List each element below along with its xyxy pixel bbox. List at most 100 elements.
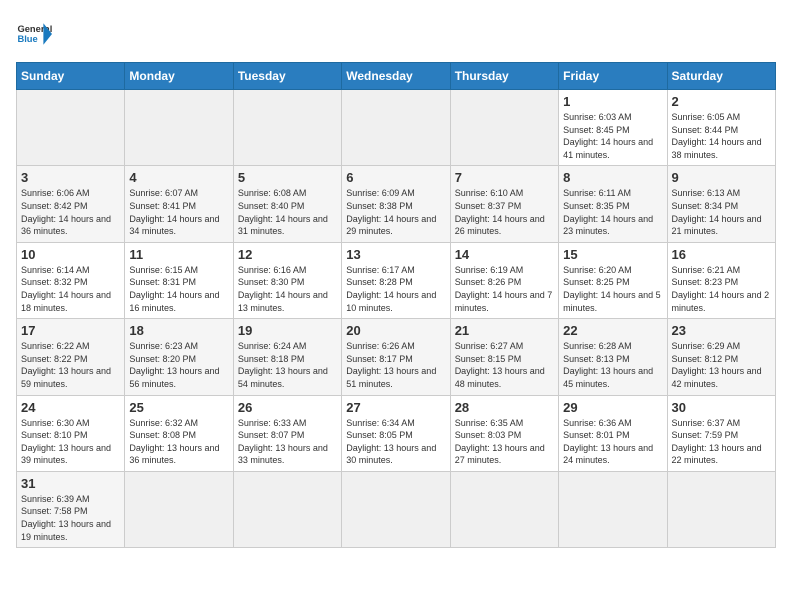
- calendar-cell: 21 Sunrise: 6:27 AM Sunset: 8:15 PM Dayli…: [450, 319, 558, 395]
- day-number: 2: [672, 94, 771, 109]
- calendar-cell: [233, 90, 341, 166]
- day-number: 29: [563, 400, 662, 415]
- day-info: Sunrise: 6:21 AM Sunset: 8:23 PM Dayligh…: [672, 264, 771, 314]
- day-number: 28: [455, 400, 554, 415]
- weekday-header-wednesday: Wednesday: [342, 63, 450, 90]
- day-info: Sunrise: 6:08 AM Sunset: 8:40 PM Dayligh…: [238, 187, 337, 237]
- calendar-cell: [667, 471, 775, 547]
- day-number: 4: [129, 170, 228, 185]
- calendar-cell: 2Sunrise: 6:05 AM Sunset: 8:44 PM Daylig…: [667, 90, 775, 166]
- calendar-cell: [233, 471, 341, 547]
- logo: General Blue: [16, 16, 52, 52]
- day-number: 24: [21, 400, 120, 415]
- calendar-cell: 16Sunrise: 6:21 AM Sunset: 8:23 PM Dayli…: [667, 242, 775, 318]
- calendar-cell: [125, 90, 233, 166]
- day-info: Sunrise: 6:27 AM Sunset: 8:15 PM Dayligh…: [455, 340, 554, 390]
- day-info: Sunrise: 6:23 AM Sunset: 8:20 PM Dayligh…: [129, 340, 228, 390]
- calendar-week-4: 24Sunrise: 6:30 AM Sunset: 8:10 PM Dayli…: [17, 395, 776, 471]
- calendar-cell: 5 Sunrise: 6:08 AM Sunset: 8:40 PM Daylig…: [233, 166, 341, 242]
- calendar-cell: 26Sunrise: 6:33 AM Sunset: 8:07 PM Dayli…: [233, 395, 341, 471]
- day-number: 15: [563, 247, 662, 262]
- day-number: 19: [238, 323, 337, 338]
- calendar-cell: [450, 471, 558, 547]
- day-info: Sunrise: 6:15 AM Sunset: 8:31 PM Dayligh…: [129, 264, 228, 314]
- day-info: Sunrise: 6:22 AM Sunset: 8:22 PM Dayligh…: [21, 340, 120, 390]
- calendar-cell: 27Sunrise: 6:34 AM Sunset: 8:05 PM Dayli…: [342, 395, 450, 471]
- day-number: 8: [563, 170, 662, 185]
- day-info: Sunrise: 6:10 AM Sunset: 8:37 PM Dayligh…: [455, 187, 554, 237]
- calendar-cell: 24Sunrise: 6:30 AM Sunset: 8:10 PM Dayli…: [17, 395, 125, 471]
- calendar-cell: [17, 90, 125, 166]
- day-info: Sunrise: 6:34 AM Sunset: 8:05 PM Dayligh…: [346, 417, 445, 467]
- calendar-cell: 14 Sunrise: 6:19 AM Sunset: 8:26 PM Dayli…: [450, 242, 558, 318]
- calendar-cell: 15 Sunrise: 6:20 AM Sunset: 8:25 PM Dayli…: [559, 242, 667, 318]
- day-info: Sunrise: 6:20 AM Sunset: 8:25 PM Dayligh…: [563, 264, 662, 314]
- day-info: Sunrise: 6:33 AM Sunset: 8:07 PM Dayligh…: [238, 417, 337, 467]
- day-number: 5: [238, 170, 337, 185]
- calendar-cell: 20 Sunrise: 6:26 AM Sunset: 8:17 PM Dayli…: [342, 319, 450, 395]
- calendar-week-0: 1 Sunrise: 6:03 AM Sunset: 8:45 PM Daylig…: [17, 90, 776, 166]
- calendar-week-3: 17 Sunrise: 6:22 AM Sunset: 8:22 PM Dayli…: [17, 319, 776, 395]
- day-info: Sunrise: 6:37 AM Sunset: 7:59 PM Dayligh…: [672, 417, 771, 467]
- calendar-cell: 1 Sunrise: 6:03 AM Sunset: 8:45 PM Daylig…: [559, 90, 667, 166]
- day-number: 12: [238, 247, 337, 262]
- calendar-cell: 10Sunrise: 6:14 AM Sunset: 8:32 PM Dayli…: [17, 242, 125, 318]
- calendar-cell: 30 Sunrise: 6:37 AM Sunset: 7:59 PM Dayli…: [667, 395, 775, 471]
- day-info: Sunrise: 6:26 AM Sunset: 8:17 PM Dayligh…: [346, 340, 445, 390]
- day-info: Sunrise: 6:35 AM Sunset: 8:03 PM Dayligh…: [455, 417, 554, 467]
- calendar-week-5: 31Sunrise: 6:39 AM Sunset: 7:58 PM Dayli…: [17, 471, 776, 547]
- calendar-cell: 29 Sunrise: 6:36 AM Sunset: 8:01 PM Dayli…: [559, 395, 667, 471]
- weekday-header-friday: Friday: [559, 63, 667, 90]
- calendar-cell: 6Sunrise: 6:09 AM Sunset: 8:38 PM Daylig…: [342, 166, 450, 242]
- calendar-cell: [342, 471, 450, 547]
- calendar-cell: 9 Sunrise: 6:13 AM Sunset: 8:34 PM Daylig…: [667, 166, 775, 242]
- calendar-cell: 28 Sunrise: 6:35 AM Sunset: 8:03 PM Dayli…: [450, 395, 558, 471]
- calendar-cell: 12 Sunrise: 6:16 AM Sunset: 8:30 PM Dayli…: [233, 242, 341, 318]
- calendar-cell: 18Sunrise: 6:23 AM Sunset: 8:20 PM Dayli…: [125, 319, 233, 395]
- weekday-header-saturday: Saturday: [667, 63, 775, 90]
- day-number: 30: [672, 400, 771, 415]
- day-info: Sunrise: 6:03 AM Sunset: 8:45 PM Dayligh…: [563, 111, 662, 161]
- weekday-header-sunday: Sunday: [17, 63, 125, 90]
- calendar-cell: 3Sunrise: 6:06 AM Sunset: 8:42 PM Daylig…: [17, 166, 125, 242]
- day-info: Sunrise: 6:16 AM Sunset: 8:30 PM Dayligh…: [238, 264, 337, 314]
- day-info: Sunrise: 6:29 AM Sunset: 8:12 PM Dayligh…: [672, 340, 771, 390]
- calendar-cell: 19 Sunrise: 6:24 AM Sunset: 8:18 PM Dayli…: [233, 319, 341, 395]
- day-number: 3: [21, 170, 120, 185]
- day-number: 10: [21, 247, 120, 262]
- calendar-header-row: SundayMondayTuesdayWednesdayThursdayFrid…: [17, 63, 776, 90]
- calendar-week-1: 3Sunrise: 6:06 AM Sunset: 8:42 PM Daylig…: [17, 166, 776, 242]
- day-number: 21: [455, 323, 554, 338]
- day-info: Sunrise: 6:09 AM Sunset: 8:38 PM Dayligh…: [346, 187, 445, 237]
- calendar-cell: [125, 471, 233, 547]
- day-number: 1: [563, 94, 662, 109]
- day-info: Sunrise: 6:13 AM Sunset: 8:34 PM Dayligh…: [672, 187, 771, 237]
- calendar-cell: 11Sunrise: 6:15 AM Sunset: 8:31 PM Dayli…: [125, 242, 233, 318]
- page-header: General Blue: [16, 16, 776, 52]
- day-number: 9: [672, 170, 771, 185]
- logo-icon: General Blue: [16, 16, 52, 52]
- calendar-cell: [342, 90, 450, 166]
- day-info: Sunrise: 6:24 AM Sunset: 8:18 PM Dayligh…: [238, 340, 337, 390]
- day-number: 14: [455, 247, 554, 262]
- day-info: Sunrise: 6:07 AM Sunset: 8:41 PM Dayligh…: [129, 187, 228, 237]
- weekday-header-monday: Monday: [125, 63, 233, 90]
- day-info: Sunrise: 6:11 AM Sunset: 8:35 PM Dayligh…: [563, 187, 662, 237]
- day-number: 17: [21, 323, 120, 338]
- calendar-week-2: 10Sunrise: 6:14 AM Sunset: 8:32 PM Dayli…: [17, 242, 776, 318]
- calendar-cell: 7Sunrise: 6:10 AM Sunset: 8:37 PM Daylig…: [450, 166, 558, 242]
- svg-text:Blue: Blue: [17, 34, 37, 44]
- day-info: Sunrise: 6:39 AM Sunset: 7:58 PM Dayligh…: [21, 493, 120, 543]
- calendar-body: 1 Sunrise: 6:03 AM Sunset: 8:45 PM Daylig…: [17, 90, 776, 548]
- calendar-cell: 23Sunrise: 6:29 AM Sunset: 8:12 PM Dayli…: [667, 319, 775, 395]
- day-number: 20: [346, 323, 445, 338]
- day-info: Sunrise: 6:32 AM Sunset: 8:08 PM Dayligh…: [129, 417, 228, 467]
- calendar-table: SundayMondayTuesdayWednesdayThursdayFrid…: [16, 62, 776, 548]
- calendar-cell: 22Sunrise: 6:28 AM Sunset: 8:13 PM Dayli…: [559, 319, 667, 395]
- calendar-cell: 25 Sunrise: 6:32 AM Sunset: 8:08 PM Dayli…: [125, 395, 233, 471]
- day-info: Sunrise: 6:19 AM Sunset: 8:26 PM Dayligh…: [455, 264, 554, 314]
- day-info: Sunrise: 6:28 AM Sunset: 8:13 PM Dayligh…: [563, 340, 662, 390]
- day-info: Sunrise: 6:36 AM Sunset: 8:01 PM Dayligh…: [563, 417, 662, 467]
- day-number: 25: [129, 400, 228, 415]
- weekday-header-thursday: Thursday: [450, 63, 558, 90]
